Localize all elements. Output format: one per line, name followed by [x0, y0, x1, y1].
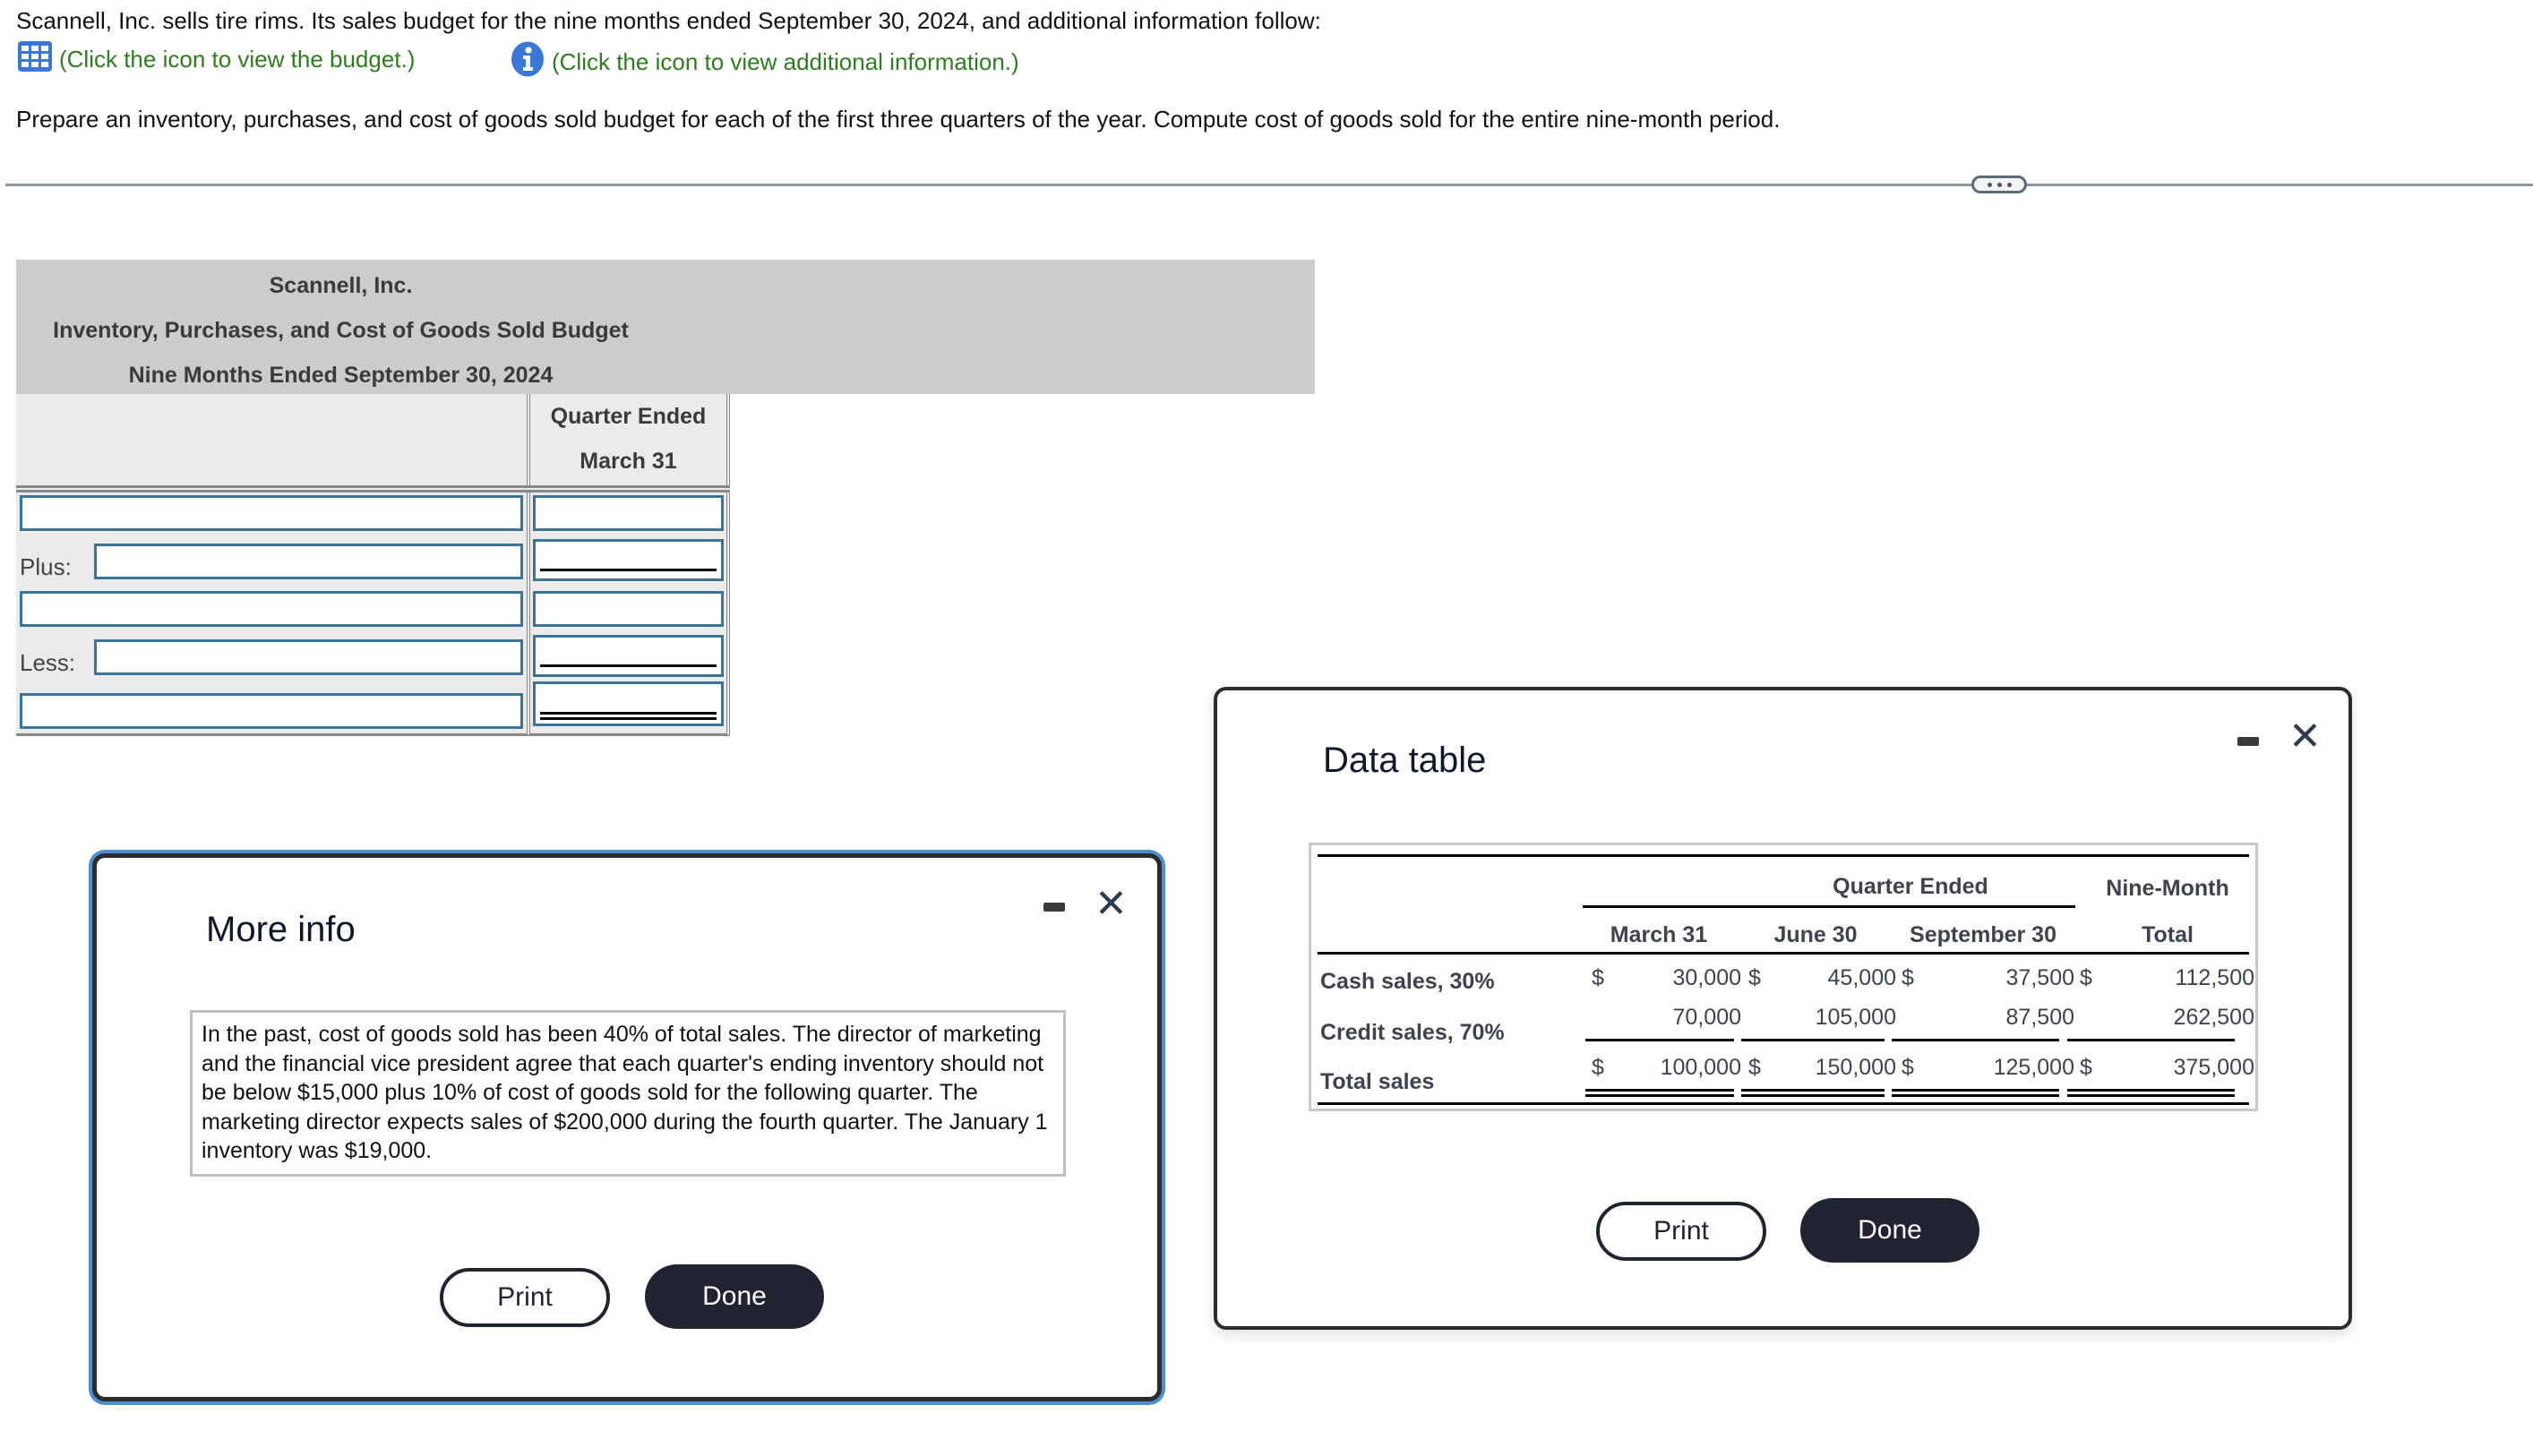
info-icon[interactable]: [511, 41, 545, 83]
row-4-amount-input[interactable]: [533, 635, 724, 677]
double-underline-top: [540, 712, 717, 715]
dollar-sign: $: [1748, 1055, 1761, 1080]
header-september-30: September 30: [1910, 922, 2056, 947]
view-info-label[interactable]: (Click the icon to view additional infor…: [552, 48, 1019, 76]
row-3-amount-input[interactable]: [533, 591, 724, 627]
double-rule-top: [1892, 1089, 2059, 1092]
print-button[interactable]: Print: [1596, 1202, 1766, 1261]
more-info-dialog: More info ✕ In the past, cost of goods s…: [92, 853, 1162, 1401]
column-header-march-31: March 31: [580, 449, 677, 474]
cell-credit-june: 105,000: [1815, 1005, 1896, 1030]
double-rule-bottom: [1892, 1094, 2059, 1097]
row-1-label-input[interactable]: [20, 495, 523, 531]
double-underline-bottom: [540, 717, 717, 720]
table-top-rule: [1318, 854, 2249, 857]
print-button[interactable]: Print: [440, 1268, 610, 1327]
budget-header: Scannell, Inc. Inventory, Purchases, and…: [16, 260, 1315, 394]
row-label-credit-sales: Credit sales, 70%: [1320, 1020, 1505, 1045]
row-2-label-input[interactable]: [94, 544, 523, 579]
close-icon[interactable]: ✕: [1095, 885, 1128, 924]
view-budget-label[interactable]: (Click the icon to view the budget.): [59, 46, 415, 73]
budget-labels-area: Plus: Less:: [16, 492, 527, 736]
subtotal-rule: [1741, 1039, 1885, 1041]
cell-total-june: 150,000: [1815, 1055, 1896, 1080]
row-1-amount-input[interactable]: [533, 495, 724, 531]
dollar-sign: $: [2080, 1055, 2092, 1080]
header-rule: [16, 485, 730, 492]
budget-march-31-column: [527, 492, 730, 736]
subtotal-rule: [2067, 1039, 2235, 1041]
cell-cash-june: 45,000: [1827, 965, 1896, 990]
cell-total-september: 125,000: [1993, 1055, 2074, 1080]
row-label-total-sales: Total sales: [1320, 1069, 1435, 1094]
row-label-cash-sales: Cash sales, 30%: [1320, 969, 1495, 994]
cell-total-march: 100,000: [1660, 1055, 1741, 1080]
dollar-sign: $: [1902, 965, 1914, 990]
close-icon[interactable]: ✕: [2288, 717, 2322, 757]
dollar-sign: $: [1592, 965, 1604, 990]
view-info-link[interactable]: (Click the icon to view additional infor…: [511, 41, 1019, 83]
minimize-icon[interactable]: [1043, 903, 1065, 912]
cell-cash-march: 30,000: [1672, 965, 1741, 990]
problem-intro: Scannell, Inc. sells tire rims. Its sale…: [16, 7, 1321, 34]
single-underline: [540, 569, 717, 571]
more-info-text: In the past, cost of goods sold has been…: [190, 1010, 1066, 1177]
done-button[interactable]: Done: [645, 1264, 824, 1329]
budget-column-header: Quarter Ended March 31: [527, 394, 730, 487]
row-4-label-input[interactable]: [94, 639, 523, 675]
table-bottom-rule: [1318, 1102, 2249, 1105]
view-budget-link[interactable]: (Click the icon to view the budget.): [18, 41, 415, 78]
double-rule-top: [1741, 1089, 1885, 1092]
cell-total-total: 375,000: [2173, 1055, 2254, 1080]
row-2-amount-input[interactable]: [533, 539, 724, 581]
budget-company: Scannell, Inc.: [269, 273, 413, 298]
double-rule-bottom: [2067, 1094, 2235, 1097]
row-5-label-input[interactable]: [20, 693, 523, 729]
dollar-sign: $: [1902, 1055, 1914, 1080]
dollar-sign: $: [1592, 1055, 1604, 1080]
instruction-text: Prepare an inventory, purchases, and cos…: [16, 106, 1781, 133]
table-grid-icon[interactable]: [18, 41, 52, 78]
sales-budget-table: Quarter Ended Nine-Month March 31 June 3…: [1309, 843, 2258, 1111]
header-june-30: June 30: [1773, 922, 1858, 947]
less-label: Less:: [20, 649, 76, 676]
column-header-quarter-ended: Quarter Ended: [550, 404, 707, 429]
group-header-rule: [1583, 905, 2075, 908]
plus-label: Plus:: [20, 553, 72, 580]
budget-label-column-header: [16, 394, 527, 487]
single-underline: [540, 664, 717, 667]
data-table-dialog: Data table ✕ Quarter Ended Nine-Month Ma…: [1214, 687, 2352, 1330]
row-3-label-input[interactable]: [20, 591, 523, 627]
dollar-sign: $: [1748, 965, 1761, 990]
header-total: Total: [2142, 922, 2194, 947]
section-divider: [5, 184, 2533, 186]
cell-credit-march: 70,000: [1672, 1005, 1741, 1030]
budget-title: Inventory, Purchases, and Cost of Goods …: [53, 318, 629, 343]
minimize-icon[interactable]: [2237, 737, 2259, 746]
double-rule-top: [2067, 1089, 2235, 1092]
done-button[interactable]: Done: [1800, 1198, 1979, 1263]
cell-credit-september: 87,500: [2005, 1005, 2074, 1030]
subtotal-rule: [1585, 1039, 1734, 1041]
header-nine-month: Nine-Month: [2106, 876, 2229, 901]
dollar-sign: $: [2080, 965, 2092, 990]
header-bottom-rule: [1318, 952, 2249, 955]
divider-drag-handle[interactable]: [1971, 176, 2027, 193]
header-quarter-ended: Quarter Ended: [1833, 874, 1988, 899]
subtotal-rule: [1892, 1039, 2059, 1041]
double-rule-bottom: [1741, 1094, 1885, 1097]
header-march-31: March 31: [1610, 922, 1708, 947]
double-rule-top: [1585, 1089, 1734, 1092]
cell-cash-total: 112,500: [2175, 965, 2254, 990]
double-rule-bottom: [1585, 1094, 1734, 1097]
cell-cash-september: 37,500: [2005, 965, 2074, 990]
more-info-title: More info: [206, 910, 356, 949]
data-table-title: Data table: [1323, 741, 1487, 780]
cell-credit-total: 262,500: [2173, 1005, 2254, 1030]
budget-period: Nine Months Ended September 30, 2024: [128, 363, 554, 388]
